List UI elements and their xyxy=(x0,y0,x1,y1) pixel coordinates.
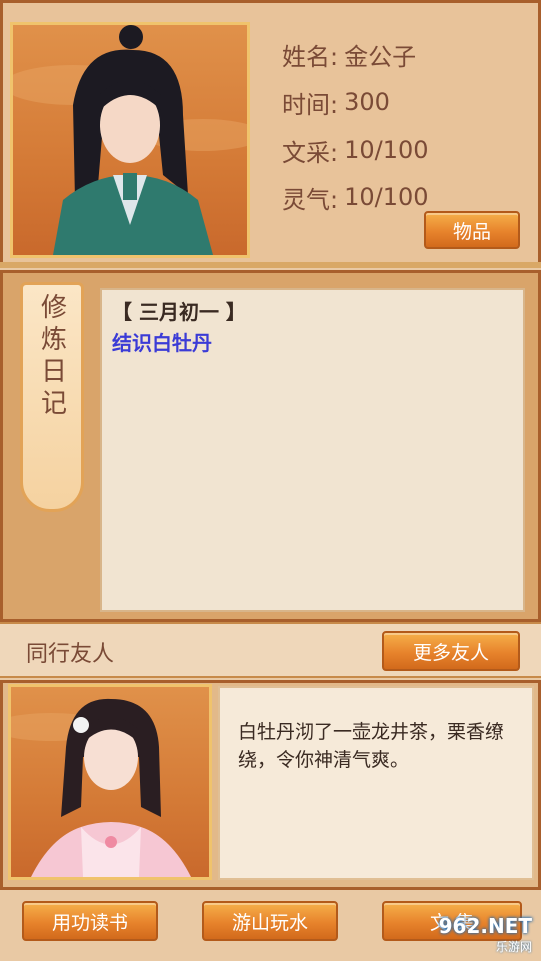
diary-tab-title: 修炼日记 xyxy=(36,293,67,421)
literary-row: 文采: 10/100 xyxy=(282,126,532,174)
player-portrait[interactable] xyxy=(10,22,250,258)
diary-tab[interactable]: 修炼日记 xyxy=(20,282,84,512)
watermark-text: 962.NET xyxy=(438,913,532,938)
literary-label: 文采: xyxy=(282,138,339,167)
companion-portrait[interactable] xyxy=(8,684,212,880)
companion-portrait-image xyxy=(11,698,191,877)
name-value: 金公子 xyxy=(344,42,417,71)
items-button[interactable]: 物品 xyxy=(424,211,520,249)
watermark-sub: 乐游网 xyxy=(495,939,532,954)
name-row: 姓名: 金公子 xyxy=(282,30,532,78)
time-row: 时间: 300 xyxy=(282,78,532,126)
diary-entry: 结识白牡丹 xyxy=(112,331,212,355)
spirit-value: 10/100 xyxy=(344,183,429,211)
name-label: 姓名: xyxy=(282,42,339,71)
spirit-label: 灵气: xyxy=(282,185,339,214)
study-button[interactable]: 用功读书 xyxy=(22,901,158,941)
time-value: 300 xyxy=(344,88,390,116)
companion-message-box: 白牡丹沏了一壶龙井茶，栗香缭绕，令你神清气爽。 xyxy=(218,686,534,880)
diary-content: 【 三月初一 】 结识白牡丹 xyxy=(100,288,525,612)
top-divider xyxy=(0,262,541,268)
player-portrait-image xyxy=(13,25,247,255)
companion-message: 白牡丹沏了一壶龙井茶，栗香缭绕，令你神清气爽。 xyxy=(238,721,505,771)
companion-title: 同行友人 xyxy=(26,642,115,667)
profile-stats: 姓名: 金公子 时间: 300 文采: 10/100 灵气: 10/100 xyxy=(282,30,532,220)
more-friends-button[interactable]: 更多友人 xyxy=(382,631,520,671)
travel-button[interactable]: 游山玩水 xyxy=(202,901,338,941)
watermark: 962.NET 乐游网 xyxy=(400,910,540,958)
diary-date: 【 三月初一 】 xyxy=(112,300,246,324)
time-label: 时间: xyxy=(282,90,339,119)
literary-value: 10/100 xyxy=(344,136,429,164)
